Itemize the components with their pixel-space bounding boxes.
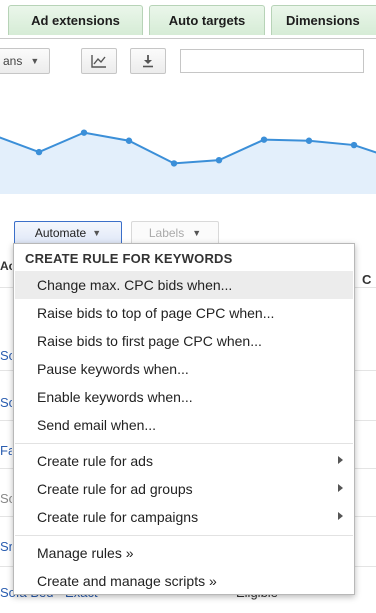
menu-item-raise-top-of-page[interactable]: Raise bids to top of page CPC when... — [15, 299, 353, 327]
menu-item-rule-for-ad-groups[interactable]: Create rule for ad groups — [15, 475, 353, 503]
automate-button[interactable]: Automate ▼ — [14, 221, 122, 245]
menu-item-label: Create rule for campaigns — [37, 509, 199, 525]
menu-item-enable-keywords[interactable]: Enable keywords when... — [15, 383, 353, 411]
table-row-keyword-fragment[interactable]: Sr — [0, 539, 12, 554]
search-input[interactable] — [180, 49, 364, 73]
menu-item-pause-keywords[interactable]: Pause keywords when... — [15, 355, 353, 383]
performance-chart — [0, 129, 376, 194]
menu-item-raise-first-page[interactable]: Raise bids to first page CPC when... — [15, 327, 353, 355]
chevron-down-icon: ▼ — [30, 56, 40, 66]
chevron-down-icon: ▼ — [92, 228, 102, 238]
labels-label: Labels — [148, 226, 185, 240]
menu-item-send-email[interactable]: Send email when... — [15, 411, 353, 439]
chevron-right-icon — [338, 484, 343, 492]
chart-point-8[interactable] — [350, 141, 358, 149]
table-row-keyword-fragment[interactable]: So — [0, 348, 12, 363]
menu-item-manage-rules[interactable]: Manage rules » — [15, 539, 353, 567]
tab-strip: Ad extensions Auto targets Dimensions — [0, 0, 376, 38]
chart-point-1[interactable] — [35, 148, 43, 156]
chevron-right-icon — [338, 512, 343, 520]
chart-point-4[interactable] — [170, 160, 178, 167]
graph-button[interactable] — [81, 48, 117, 74]
chevron-down-icon: ▼ — [192, 228, 202, 238]
table-row-keyword-fragment: So — [0, 491, 12, 506]
menu-item-rule-for-campaigns[interactable]: Create rule for campaigns — [15, 503, 353, 531]
toolbar: ans ▼ — [0, 38, 376, 82]
menu-header: CREATE RULE FOR KEYWORDS — [25, 251, 233, 266]
table-row-keyword-fragment[interactable]: Fa — [0, 443, 12, 458]
automate-menu: CREATE RULE FOR KEYWORDS Change max. CPC… — [13, 243, 355, 595]
menu-divider — [15, 443, 353, 444]
chart-point-2[interactable] — [80, 129, 88, 136]
download-icon — [143, 55, 153, 68]
chart-point-3[interactable] — [125, 137, 133, 144]
table-row-keyword-fragment[interactable]: So — [0, 395, 12, 410]
menu-divider — [15, 535, 353, 536]
menu-item-label: Create rule for ad groups — [37, 481, 193, 497]
chart-point-7[interactable] — [305, 137, 313, 144]
menu-item-label: Create rule for ads — [37, 453, 153, 469]
chart-point-5[interactable] — [215, 156, 223, 164]
segment-label: ans — [3, 54, 23, 68]
line-chart-icon — [91, 55, 106, 68]
segment-dropdown[interactable]: ans ▼ — [0, 48, 50, 74]
tab-ad-extensions[interactable]: Ad extensions — [8, 5, 143, 35]
download-button[interactable] — [130, 48, 166, 74]
menu-item-manage-scripts[interactable]: Create and manage scripts » — [15, 567, 353, 595]
automate-label: Automate — [34, 226, 87, 240]
chevron-right-icon — [338, 456, 343, 464]
tab-auto-targets[interactable]: Auto targets — [149, 5, 265, 35]
tab-dimensions[interactable]: Dimensions — [271, 5, 376, 35]
menu-item-change-max-cpc[interactable]: Change max. CPC bids when... — [15, 271, 353, 299]
column-header-fragment-right: C — [362, 272, 372, 287]
labels-button[interactable]: Labels ▼ — [131, 221, 219, 245]
column-header-fragment: Ac — [0, 259, 12, 273]
chart-point-6[interactable] — [260, 136, 268, 143]
menu-item-rule-for-ads[interactable]: Create rule for ads — [15, 447, 353, 475]
